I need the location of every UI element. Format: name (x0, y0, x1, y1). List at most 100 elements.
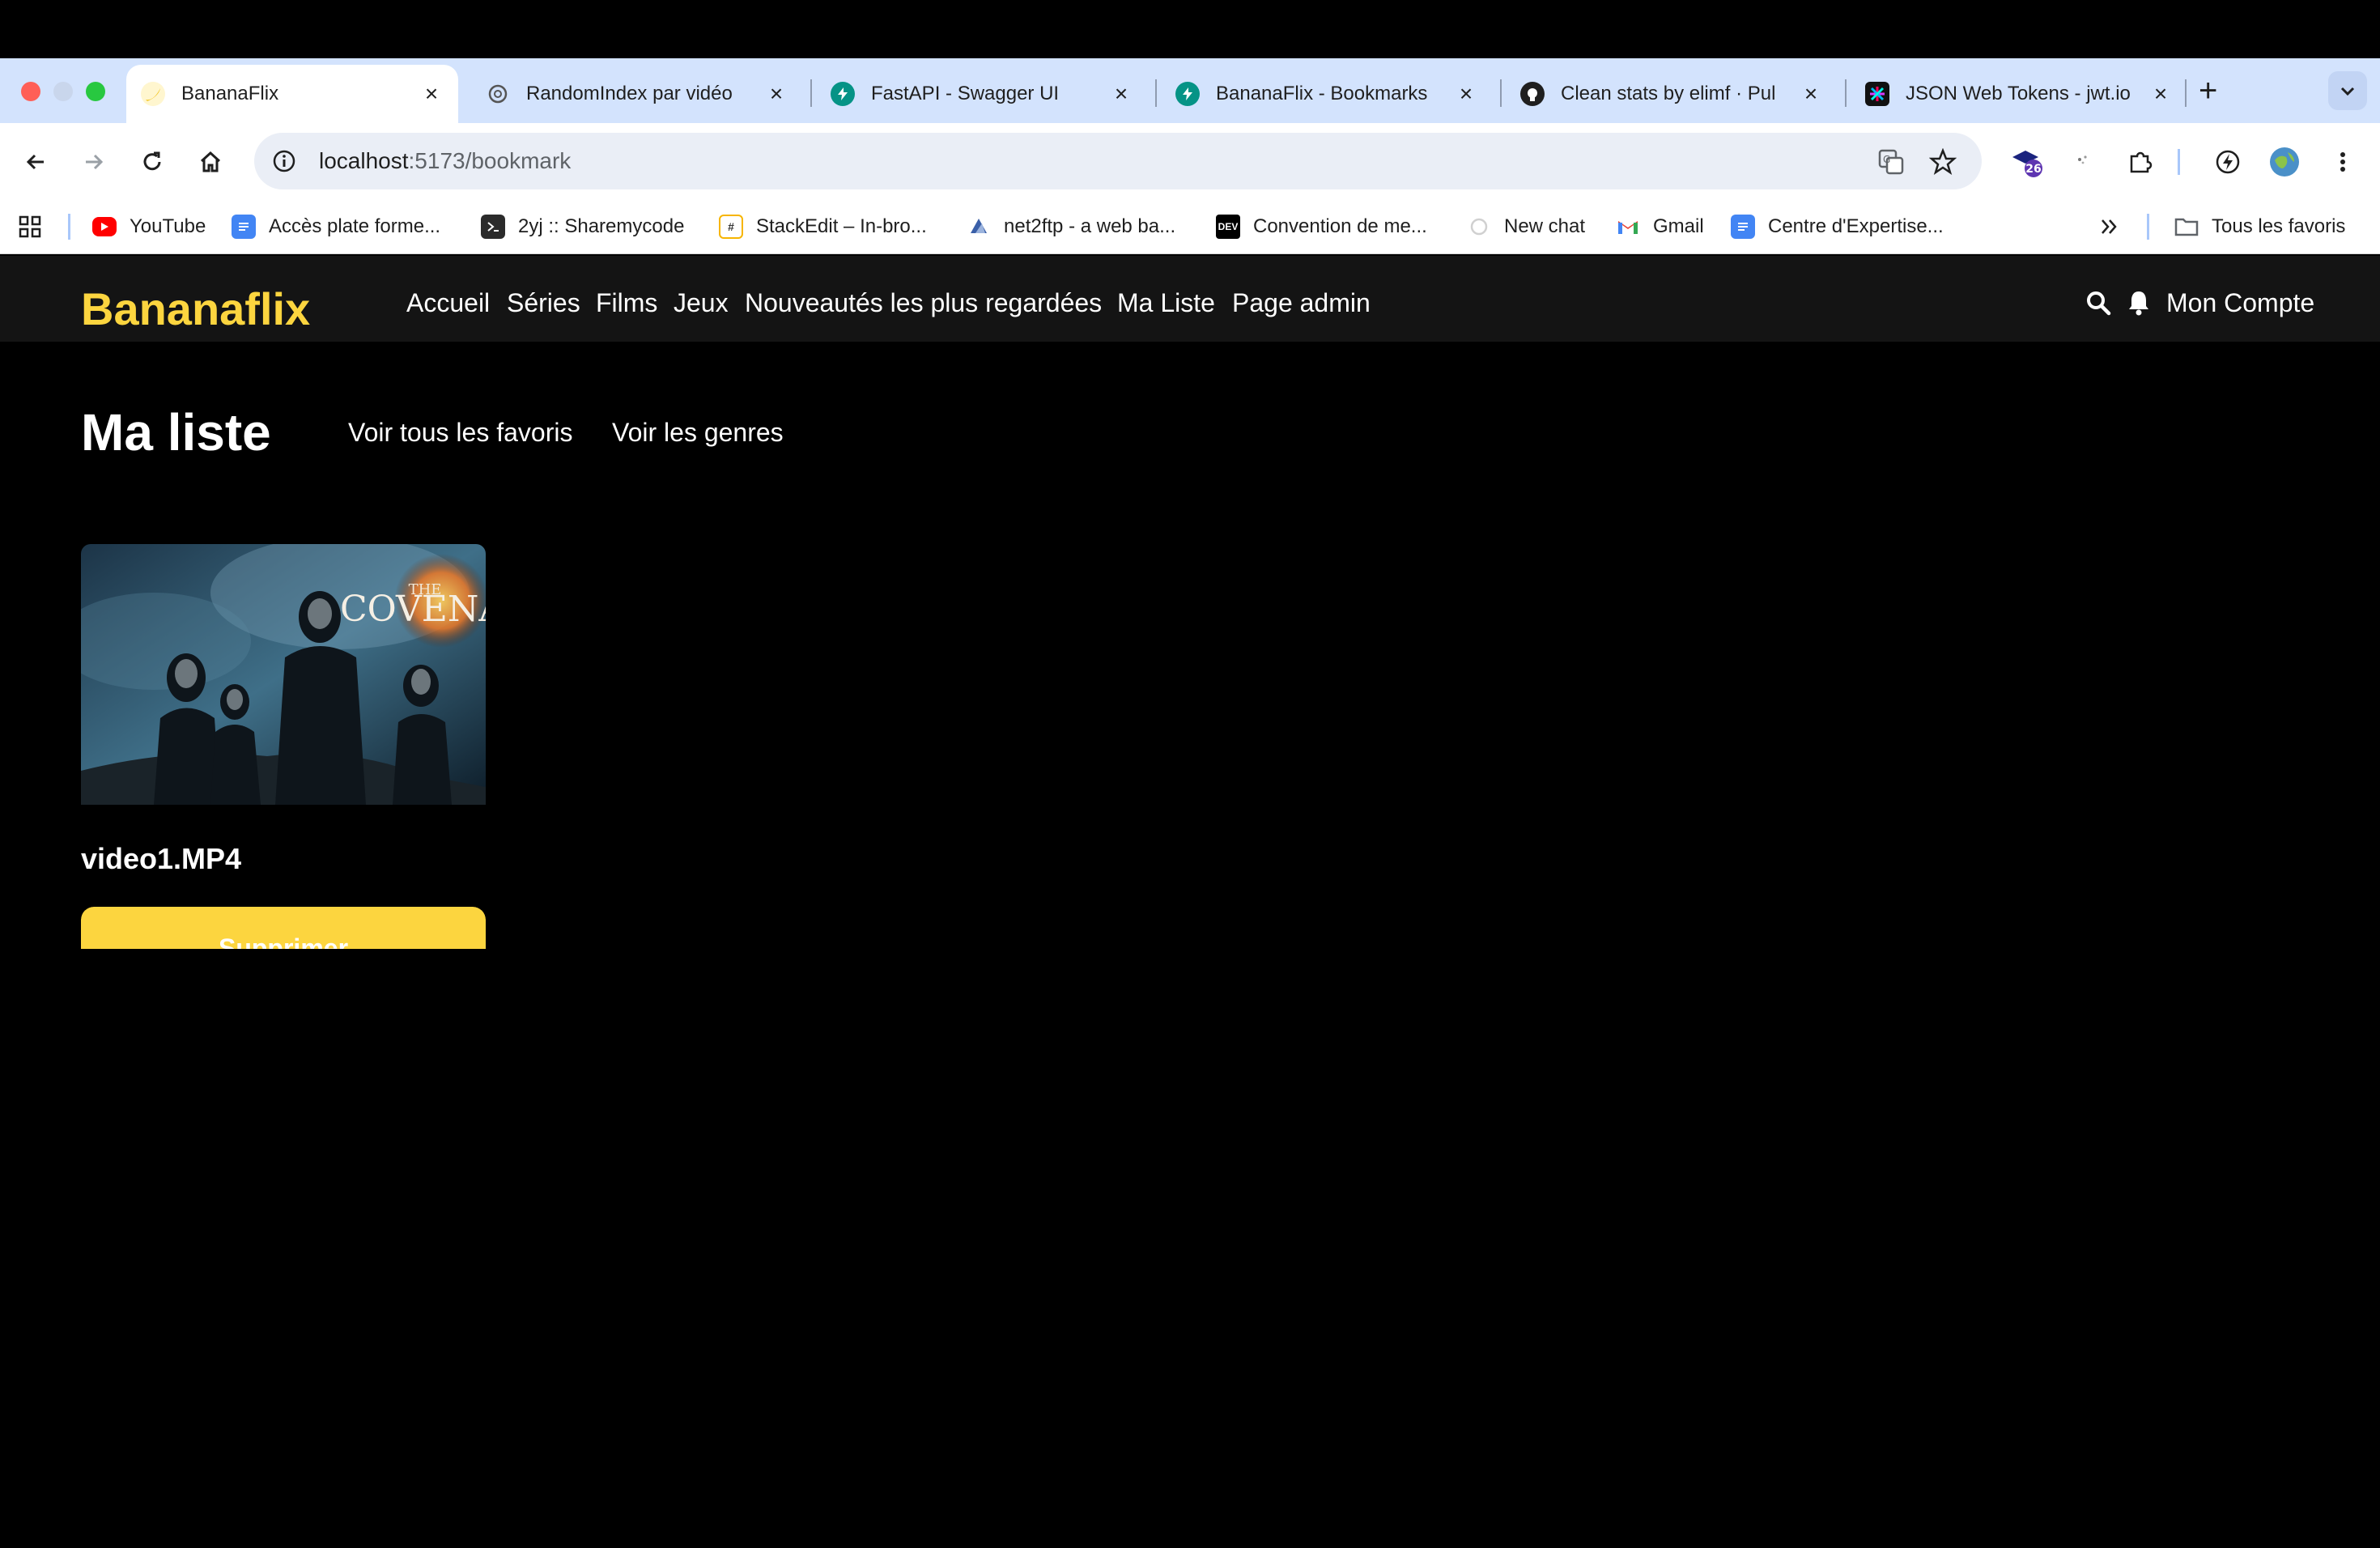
home-button[interactable] (191, 142, 230, 181)
banana-icon (141, 82, 165, 106)
reload-button[interactable] (133, 142, 172, 181)
bookmark-sharemycode[interactable]: 2yj :: Sharemycode (481, 211, 684, 243)
apps-grid-icon (19, 215, 41, 238)
nav-ma-liste[interactable]: Ma Liste (1117, 287, 1215, 319)
url-host: localhost (319, 148, 409, 173)
notifications-button[interactable] (2123, 287, 2155, 319)
tab-fastapi[interactable]: FastAPI - Swagger UI × (816, 65, 1148, 123)
link-genres[interactable]: Voir les genres (612, 416, 784, 449)
performance-button[interactable] (2208, 142, 2247, 181)
github-icon (1520, 82, 1545, 106)
forward-button[interactable] (74, 142, 113, 181)
bookmark-label: net2ftp - a web ba... (1004, 215, 1176, 237)
bookmark-label: Centre d'Expertise... (1768, 215, 1944, 237)
menu-bar-strip (0, 0, 2380, 58)
toolbar-separator (2178, 149, 2180, 175)
close-window-button[interactable] (21, 82, 40, 101)
poster-title-text: COVENA (340, 589, 486, 630)
bookmark-new-chat[interactable]: New chat (1467, 211, 1585, 243)
tab-title: FastAPI - Swagger UI (871, 83, 1060, 104)
page-title: Ma liste (81, 403, 271, 461)
svg-text:G: G (1883, 154, 1890, 165)
arrow-left-icon (26, 154, 44, 170)
nav-films[interactable]: Films (596, 287, 657, 319)
net2ftp-icon (967, 215, 991, 239)
profile-avatar[interactable] (2265, 142, 2304, 181)
close-tab-icon[interactable]: × (419, 81, 444, 107)
home-icon (200, 151, 221, 172)
close-tab-icon[interactable]: × (1799, 81, 1823, 107)
close-tab-icon[interactable]: × (1109, 81, 1133, 107)
bookmark-star-button[interactable] (1923, 142, 1962, 181)
bookmark-convention[interactable]: DEV Convention de me... (1216, 211, 1427, 243)
youtube-icon (92, 217, 117, 236)
tab-github[interactable]: Clean stats by elimf · Pul × (1506, 65, 1838, 123)
site-logo[interactable]: Bananaflix (81, 283, 310, 335)
bookmark-net2ftp[interactable]: net2ftp - a web ba... (967, 211, 1175, 243)
link-all-favorites[interactable]: Voir tous les favoris (348, 416, 572, 449)
back-button[interactable] (16, 142, 55, 181)
fastapi-icon (1175, 82, 1200, 106)
tab-separator (1500, 79, 1502, 107)
tab-search-button[interactable] (2328, 71, 2367, 110)
extension-button-2[interactable] (2063, 142, 2102, 181)
tab-title: Clean stats by elimf · Pul (1561, 83, 1776, 104)
new-tab-button[interactable]: + (2199, 73, 2217, 108)
tab-title: BananaFlix - Bookmarks (1216, 83, 1428, 104)
translate-button[interactable]: G (1872, 142, 1910, 181)
stackedit-icon: # (719, 215, 743, 239)
close-tab-icon[interactable]: × (1454, 81, 1478, 107)
tab-title: JSON Web Tokens - jwt.io (1906, 83, 2131, 104)
bookmark-label: Accès plate forme... (269, 215, 441, 237)
nav-page-admin[interactable]: Page admin (1232, 287, 1371, 319)
extension-button[interactable]: 26 (2008, 142, 2046, 181)
bookmark-gmail[interactable]: Gmail (1616, 211, 1704, 243)
bookmark-separator (68, 214, 70, 240)
close-tab-icon[interactable]: × (2148, 81, 2173, 107)
tab-separator (1845, 79, 1847, 107)
bell-icon (2129, 291, 2148, 316)
bookmark-youtube[interactable]: YouTube (92, 211, 206, 243)
delete-button[interactable]: Supprimer (81, 907, 486, 949)
folder-icon (2174, 215, 2199, 239)
site-info-icon[interactable] (269, 146, 300, 176)
nav-series[interactable]: Séries (507, 287, 580, 319)
tab-separator (2185, 79, 2187, 107)
browser-menu-button[interactable] (2323, 142, 2362, 181)
star-icon (1929, 148, 1957, 175)
account-link[interactable]: Mon Compte (2166, 287, 2314, 319)
bookmark-acces-plate-forme[interactable]: Accès plate forme... (232, 211, 440, 243)
tab-randomindex[interactable]: RandomIndex par vidéo × (471, 65, 803, 123)
zoom-window-button[interactable] (86, 82, 105, 101)
tab-separator (1155, 79, 1157, 107)
extensions-button[interactable] (2121, 142, 2160, 181)
nav-nouveautes[interactable]: Nouveautés les plus regardées (745, 287, 1102, 319)
minimize-window-button[interactable] (53, 82, 73, 101)
all-bookmarks-folder[interactable]: Tous les favoris (2174, 211, 2345, 243)
tab-bananaflix-bookmarks[interactable]: BananaFlix - Bookmarks × (1161, 65, 1493, 123)
search-icon (2087, 291, 2111, 316)
fastapi-icon (831, 82, 855, 106)
tab-bananaflix[interactable]: BananaFlix × (126, 65, 458, 123)
video-title: video1.MP4 (81, 842, 242, 875)
chevron-down-icon (2340, 87, 2355, 96)
search-button[interactable] (2082, 287, 2114, 319)
tab-title: RandomIndex par vidéo (526, 83, 733, 104)
bookmark-label: Convention de me... (1253, 215, 1427, 237)
close-tab-icon[interactable]: × (764, 81, 788, 107)
tab-jwt[interactable]: JSON Web Tokens - jwt.io × (1851, 65, 2187, 123)
docs-icon (1731, 215, 1755, 239)
nav-jeux[interactable]: Jeux (674, 287, 729, 319)
bookmark-centre-expertise[interactable]: Centre d'Expertise... (1731, 211, 1944, 243)
url-text[interactable]: localhost:5173/bookmark (319, 148, 571, 174)
more-bookmarks-button[interactable] (2098, 211, 2121, 243)
reload-icon (143, 151, 161, 171)
apps-button[interactable] (18, 211, 42, 243)
video-thumbnail[interactable]: THE COVENA (81, 544, 486, 805)
openai-icon (1467, 215, 1491, 239)
extension-badge: 26 (2025, 163, 2041, 176)
bookmark-stackedit[interactable]: # StackEdit – In-bro... (719, 211, 927, 243)
address-bar[interactable]: localhost:5173/bookmark (254, 133, 1982, 189)
nav-accueil[interactable]: Accueil (406, 287, 490, 319)
bolt-circle-icon (2216, 150, 2240, 174)
